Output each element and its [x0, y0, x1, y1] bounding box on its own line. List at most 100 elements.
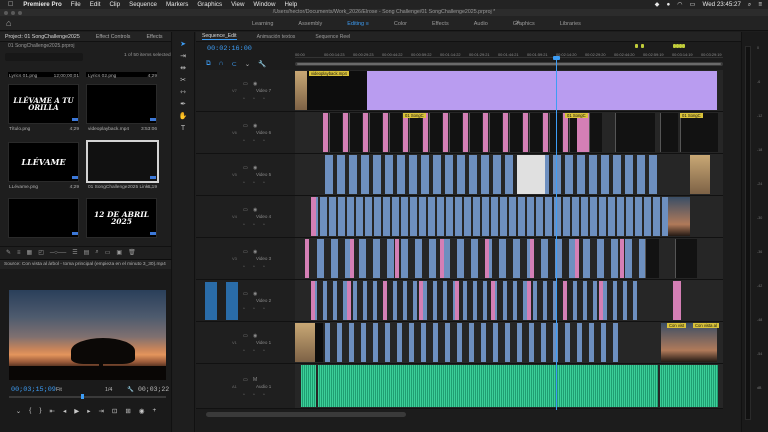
tab-effects[interactable]: Effects: [146, 34, 162, 40]
clip[interactable]: [482, 197, 489, 236]
clip[interactable]: [509, 113, 522, 152]
toggle-output-icon[interactable]: ◉: [253, 165, 257, 171]
apple-icon[interactable]: : [8, 1, 13, 8]
clip[interactable]: [443, 281, 447, 320]
clip[interactable]: [469, 323, 474, 362]
clip[interactable]: [613, 281, 617, 320]
clip[interactable]: [529, 113, 542, 152]
new-item-icon[interactable]: ▣: [116, 249, 122, 256]
clip[interactable]: [383, 281, 387, 320]
source-patch-v1[interactable]: [205, 282, 217, 320]
track-option-icon[interactable]: ▫: [263, 222, 265, 228]
clip[interactable]: [485, 239, 489, 278]
workspace-effects[interactable]: Effects: [432, 21, 449, 27]
clip[interactable]: [320, 197, 327, 236]
clip[interactable]: [361, 323, 366, 362]
linked-selection-icon[interactable]: ⊂: [231, 60, 236, 70]
clip[interactable]: [653, 197, 660, 236]
clip[interactable]: [503, 113, 508, 152]
clip[interactable]: [563, 281, 567, 320]
tab-sequence-edit[interactable]: Sequence_Edit: [202, 33, 237, 40]
clip[interactable]: [599, 197, 606, 236]
clip[interactable]: [517, 155, 545, 194]
workspace-learning[interactable]: Learning: [252, 21, 273, 27]
trash-icon[interactable]: 🗑: [128, 249, 136, 256]
toggle-sync-lock-icon[interactable]: ▭: [243, 377, 248, 383]
audio-clip[interactable]: [660, 365, 718, 407]
clip[interactable]: [499, 239, 506, 278]
export-frame-icon[interactable]: ◉: [139, 407, 145, 419]
clip[interactable]: [505, 155, 513, 194]
clip[interactable]: [449, 113, 462, 152]
tab-sequence-reel[interactable]: Sequence Reel: [315, 34, 350, 40]
clip[interactable]: [446, 197, 453, 236]
wrench-icon[interactable]: 🔧: [127, 387, 134, 393]
clip[interactable]: [533, 281, 537, 320]
workspace-menu-icon[interactable]: ≡: [366, 21, 369, 27]
clip[interactable]: [419, 197, 426, 236]
clip[interactable]: [437, 197, 444, 236]
toggle-output-icon[interactable]: ◉: [253, 291, 257, 297]
menu-window[interactable]: Window: [253, 1, 275, 8]
go-to-in-icon[interactable]: ⇤: [49, 407, 54, 419]
clip[interactable]: [481, 155, 489, 194]
clip[interactable]: [572, 197, 579, 236]
audio-clip[interactable]: [301, 365, 316, 407]
clip[interactable]: [473, 281, 477, 320]
clip[interactable]: [401, 197, 408, 236]
insert-icon[interactable]: ⊡: [112, 407, 117, 419]
clip[interactable]: [457, 239, 464, 278]
clip[interactable]: [491, 197, 498, 236]
clip[interactable]: [392, 197, 399, 236]
workspace-libraries[interactable]: Libraries: [560, 21, 581, 27]
clip[interactable]: [369, 113, 382, 152]
clip[interactable]: [661, 323, 717, 362]
clip[interactable]: [433, 155, 441, 194]
clip[interactable]: [503, 281, 507, 320]
track-option-icon[interactable]: ▫: [263, 392, 265, 398]
track-code[interactable]: V5: [232, 172, 237, 177]
clip[interactable]: [565, 155, 573, 194]
clip[interactable]: [645, 239, 659, 278]
track-code[interactable]: A1: [232, 384, 237, 389]
step-forward-icon[interactable]: ▸: [87, 407, 90, 419]
clip[interactable]: [429, 113, 442, 152]
toggle-sync-lock-icon[interactable]: ▭: [243, 333, 248, 339]
clip[interactable]: [349, 155, 357, 194]
sequence-marker[interactable]: [641, 44, 644, 48]
clip[interactable]: [593, 281, 597, 320]
clip[interactable]: [500, 197, 507, 236]
clip[interactable]: [409, 155, 417, 194]
zoom-slider[interactable]: ─○──: [50, 250, 66, 256]
app-menu[interactable]: Premiere Pro: [23, 1, 62, 8]
clip[interactable]: [323, 281, 327, 320]
thumb-llevame[interactable]: LLÉVAME: [8, 142, 79, 182]
thumb-videoplayback[interactable]: [86, 84, 157, 124]
toggle-output-icon[interactable]: ◉: [253, 249, 257, 255]
minimize-window-button[interactable]: [11, 10, 15, 15]
workspace-editing[interactable]: Editing ≡: [347, 21, 369, 27]
menu-sequence[interactable]: Sequence: [129, 1, 157, 8]
clip[interactable]: [383, 197, 390, 236]
track-code[interactable]: V3: [232, 256, 237, 261]
thumb-fecha[interactable]: 12 DE ABRIL 2025: [86, 198, 157, 238]
overwrite-icon[interactable]: ⊞: [125, 407, 130, 419]
project-search-input[interactable]: [5, 53, 83, 61]
type-tool-icon[interactable]: T: [178, 124, 188, 133]
clip[interactable]: [311, 281, 315, 320]
toggle-sync-lock-icon[interactable]: ▭: [243, 165, 248, 171]
search-icon[interactable]: ⌕: [95, 249, 98, 256]
dropbox-icon[interactable]: ◆: [655, 1, 660, 8]
track-select-icon[interactable]: ⇥: [178, 52, 188, 61]
track-option-icon[interactable]: ▫: [243, 348, 245, 354]
clip[interactable]: [509, 197, 516, 236]
clip[interactable]: [349, 323, 354, 362]
source-playhead[interactable]: [81, 394, 84, 399]
menu-markers[interactable]: Markers: [166, 1, 188, 8]
clip[interactable]: [637, 155, 645, 194]
clip[interactable]: [573, 281, 577, 320]
clip[interactable]: [680, 113, 718, 152]
clip[interactable]: [445, 323, 450, 362]
clip[interactable]: [590, 197, 597, 236]
ripple-edit-icon[interactable]: ⇹: [178, 64, 188, 73]
